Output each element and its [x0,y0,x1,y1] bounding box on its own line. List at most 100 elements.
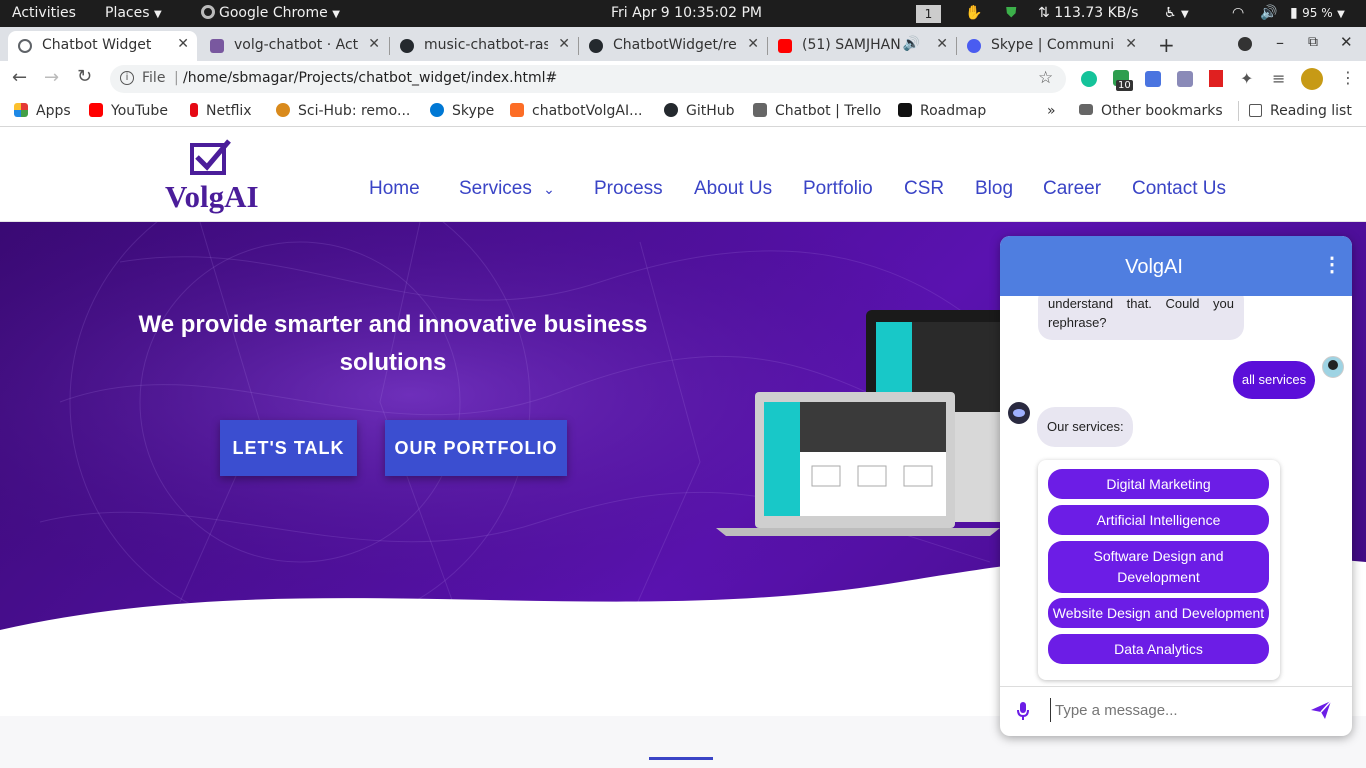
nav-about[interactable]: About Us [694,178,772,200]
nav-csr[interactable]: CSR [904,178,944,200]
bot-avatar [1008,402,1030,424]
bookmark-skype[interactable]: Skype [430,103,494,119]
close-icon[interactable]: ✕ [368,36,380,52]
tab-youtube[interactable]: (51) SAMJHAN 🔊 ✕ [768,31,956,61]
bookmark-roadmap[interactable]: Roadmap [898,103,986,119]
bookmark-netflix[interactable]: Netflix [190,103,252,119]
nav-process[interactable]: Process [594,178,663,200]
accessibility-icon[interactable]: ♿ ▼ [1164,5,1189,21]
close-window-icon[interactable]: ✕ [1340,33,1353,51]
os-top-bar: Activities Places ▼ Google Chrome ▼ Fri … [0,0,1366,27]
microphone-icon[interactable] [1016,701,1030,726]
nav-career[interactable]: Career [1043,178,1101,200]
pdf-icon[interactable] [1209,70,1223,87]
divider: | [174,70,179,86]
chrome-icon [201,5,215,19]
section-divider [649,757,713,760]
places-menu[interactable]: Places ▼ [105,5,162,21]
more-bookmarks-icon[interactable]: » [1047,103,1056,119]
scihub-icon [276,103,290,117]
translate-icon[interactable] [1145,71,1161,87]
quick-reply-software-design[interactable]: Software Design and Development [1048,541,1269,593]
bookmark-apps[interactable]: Apps [14,103,71,119]
bookmark-youtube[interactable]: YouTube [89,103,168,119]
reload-icon[interactable]: ↻ [77,66,92,87]
close-icon[interactable]: ✕ [558,36,570,52]
speaker-icon[interactable]: 🔊 [903,36,920,52]
message-input[interactable] [1050,698,1290,722]
bookmark-label: Chatbot | Trello [775,103,882,119]
other-bookmarks-label: Other bookmarks [1101,103,1223,119]
quick-reply-website-design[interactable]: Website Design and Development [1048,598,1269,628]
puzzle-icon[interactable]: ✦ [1240,69,1253,88]
tab-chatbot-widget[interactable]: Chatbot Widget ✕ [8,31,197,61]
tab-music-chatbot[interactable]: music-chatbot-ras ✕ [390,31,578,61]
reading-list[interactable]: Reading list [1249,103,1352,119]
app-menu-label: Google Chrome [219,5,328,21]
quick-reply-digital-marketing[interactable]: Digital Marketing [1048,469,1269,499]
clock[interactable]: Fri Apr 9 10:35:02 PM [611,5,762,21]
caret-down-icon: ▼ [332,9,340,20]
netflix-icon [190,103,198,117]
network-speed[interactable]: ⇅ 113.73 KB/s [1038,5,1138,21]
wifi-icon[interactable]: ◠ [1232,5,1244,21]
bookmark-star-icon[interactable]: ☆ [1038,68,1053,88]
apps-grid-icon [14,103,28,117]
back-icon[interactable]: ← [12,67,27,88]
bookmark-gitlab[interactable]: chatbotVolgAI... [510,103,642,119]
globe-icon [18,39,32,53]
close-icon[interactable]: ✕ [1125,36,1137,52]
hand-icon[interactable]: ✋ [965,5,982,21]
new-tab-icon[interactable]: + [1158,33,1175,57]
shield-icon[interactable]: ⛊ [1006,5,1017,21]
bookmark-trello[interactable]: Chatbot | Trello [753,103,881,119]
lets-talk-button[interactable]: LET'S TALK [220,420,357,476]
site-logo[interactable]: VolgAI [165,139,260,217]
close-icon[interactable]: ✕ [747,36,759,52]
bookmark-scihub[interactable]: Sci-Hub: remo... [276,103,410,119]
network-speed-value: 113.73 KB/s [1054,5,1139,21]
address-bar[interactable]: i File | /home/sbmagar/Projects/chatbot_… [110,65,1066,93]
forward-icon[interactable]: → [44,67,59,88]
url-text[interactable]: /home/sbmagar/Projects/chatbot_widget/in… [183,70,557,86]
our-portfolio-button[interactable]: OUR PORTFOLIO [385,420,567,476]
restore-icon[interactable]: ⧉ [1308,34,1318,50]
reading-list-label: Reading list [1270,103,1352,119]
battery-icon: ▮ [1290,5,1298,21]
app-menu[interactable]: Google Chrome ▼ [201,5,340,21]
battery-indicator[interactable]: ▮ 95 % ▼ [1290,5,1345,21]
tab-search-icon[interactable] [1238,37,1252,51]
minimize-icon[interactable]: – [1276,33,1284,52]
chat-messages[interactable]: understand that. Could you rephrase? all… [1000,296,1352,686]
site-header: VolgAI Home Services ⌄ Process About Us … [0,131,1366,222]
kebab-menu-icon[interactable]: ⋮ [1340,68,1356,87]
close-icon[interactable]: ✕ [936,36,948,52]
profile-avatar[interactable] [1301,68,1323,90]
bookmark-github[interactable]: GitHub [664,103,735,119]
kebab-menu-icon[interactable]: ⋮ [1322,252,1342,277]
quick-reply-data-analytics[interactable]: Data Analytics [1048,634,1269,664]
tab-chatbotwidget-repo[interactable]: ChatbotWidget/re ✕ [579,31,767,61]
nav-contact[interactable]: Contact Us [1132,178,1226,200]
info-icon[interactable]: i [120,71,134,85]
workspace-indicator[interactable]: 1 [916,5,941,23]
nav-portfolio[interactable]: Portfolio [803,178,873,200]
nav-home[interactable]: Home [369,178,420,200]
grammarly-icon[interactable] [1081,71,1097,87]
volume-icon[interactable]: 🔊 [1260,5,1277,21]
nav-services[interactable]: Services ⌄ [459,178,555,200]
quick-reply-artificial-intelligence[interactable]: Artificial Intelligence [1048,505,1269,535]
tab-volg-chatbot[interactable]: volg-chatbot · Acti ✕ [200,31,388,61]
close-icon[interactable]: ✕ [177,36,189,52]
github-icon [589,39,603,53]
tab-skype[interactable]: Skype | Communic ✕ [957,31,1145,61]
print-icon[interactable] [1177,71,1193,87]
media-queue-icon[interactable]: ≡ [1272,69,1285,88]
nav-blog[interactable]: Blog [975,178,1013,200]
other-bookmarks[interactable]: Other bookmarks [1079,103,1223,119]
bookmark-label: Apps [36,103,71,119]
activities-button[interactable]: Activities [12,5,76,21]
github-icon [400,39,414,53]
tab-strip: Chatbot Widget ✕ volg-chatbot · Acti ✕ m… [0,27,1366,61]
send-icon[interactable] [1310,700,1332,725]
